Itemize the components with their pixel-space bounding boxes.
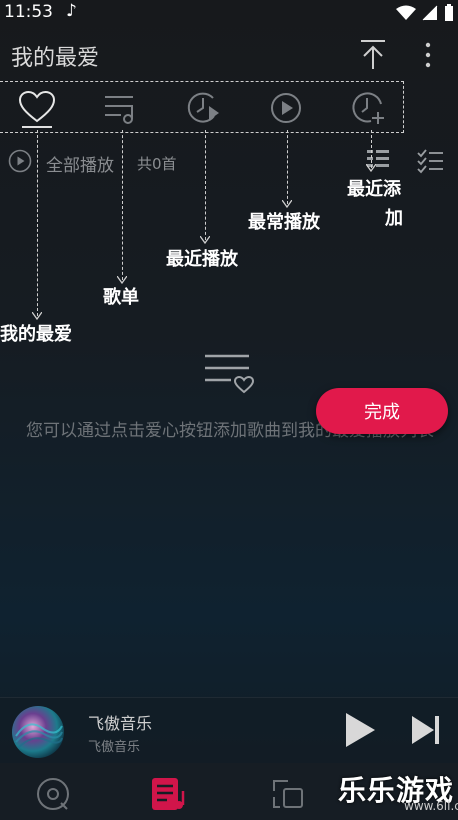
annotation-recent-play: 最近播放 (166, 249, 238, 270)
play-all-label[interactable]: 全部播放 (46, 151, 114, 176)
guide-line-recent-play (205, 130, 206, 240)
watermark-url: www.6ll.com (404, 799, 458, 813)
mini-player[interactable]: 飞傲音乐 飞傲音乐 (0, 697, 458, 763)
arrow-down-icon (200, 236, 210, 244)
app-bar: 我的最爱 (0, 28, 458, 80)
song-count: 共0首 (137, 155, 177, 173)
play-all-icon[interactable] (8, 149, 32, 173)
play-icon[interactable] (342, 711, 378, 749)
annotation-playlist: 歌单 (103, 287, 139, 308)
status-bar: 11:53 ♪ (0, 0, 458, 26)
annotation-recent-add-line1: 最近添 (347, 179, 401, 200)
empty-playlist-heart-icon (205, 354, 255, 394)
arrow-down-icon (32, 312, 42, 320)
wifi-icon (396, 5, 416, 20)
switch-icon[interactable] (270, 777, 306, 811)
music-list-icon[interactable] (151, 777, 187, 811)
annotation-recent-add-line2: 加 (385, 208, 403, 229)
bottom-nav: 乐乐游戏 www.6ll.com (0, 763, 458, 820)
guide-line-most-played (287, 130, 288, 204)
annotation-most-played: 最常播放 (248, 212, 320, 233)
album-art-pattern (15, 723, 63, 749)
guide-line-favorites (37, 130, 38, 316)
watermark-logo: 乐乐游戏 www.6ll.com (338, 769, 458, 813)
song-artist: 飞傲音乐 (88, 740, 141, 755)
multi-select-icon[interactable] (416, 148, 444, 174)
arrow-down-icon (366, 164, 376, 172)
selected-tab-indicator (22, 126, 52, 128)
album-art[interactable] (12, 706, 64, 758)
next-track-icon[interactable] (410, 714, 442, 746)
signal-icon (422, 5, 438, 21)
battery-icon (445, 4, 453, 21)
more-vertical-icon[interactable] (418, 38, 438, 72)
status-time: 11:53 (4, 2, 53, 22)
guide-line-recent-add (371, 130, 372, 168)
heart-icon[interactable] (17, 88, 57, 128)
page-title: 我的最爱 (11, 46, 100, 71)
song-title: 飞傲音乐 (88, 714, 153, 733)
done-button[interactable]: 完成 (316, 388, 448, 434)
status-icons (396, 4, 454, 22)
recent-add-icon[interactable] (349, 88, 389, 128)
disc-icon[interactable] (35, 777, 71, 811)
recent-play-icon[interactable] (183, 88, 223, 128)
playlist-icon[interactable] (101, 88, 141, 128)
play-circle-icon[interactable] (266, 88, 306, 128)
guide-line-playlist (122, 130, 123, 280)
upload-top-icon[interactable] (358, 38, 388, 72)
annotation-favorites: 我的最爱 (0, 324, 72, 345)
music-note-icon: ♪ (66, 1, 77, 21)
arrow-down-icon (282, 200, 292, 208)
